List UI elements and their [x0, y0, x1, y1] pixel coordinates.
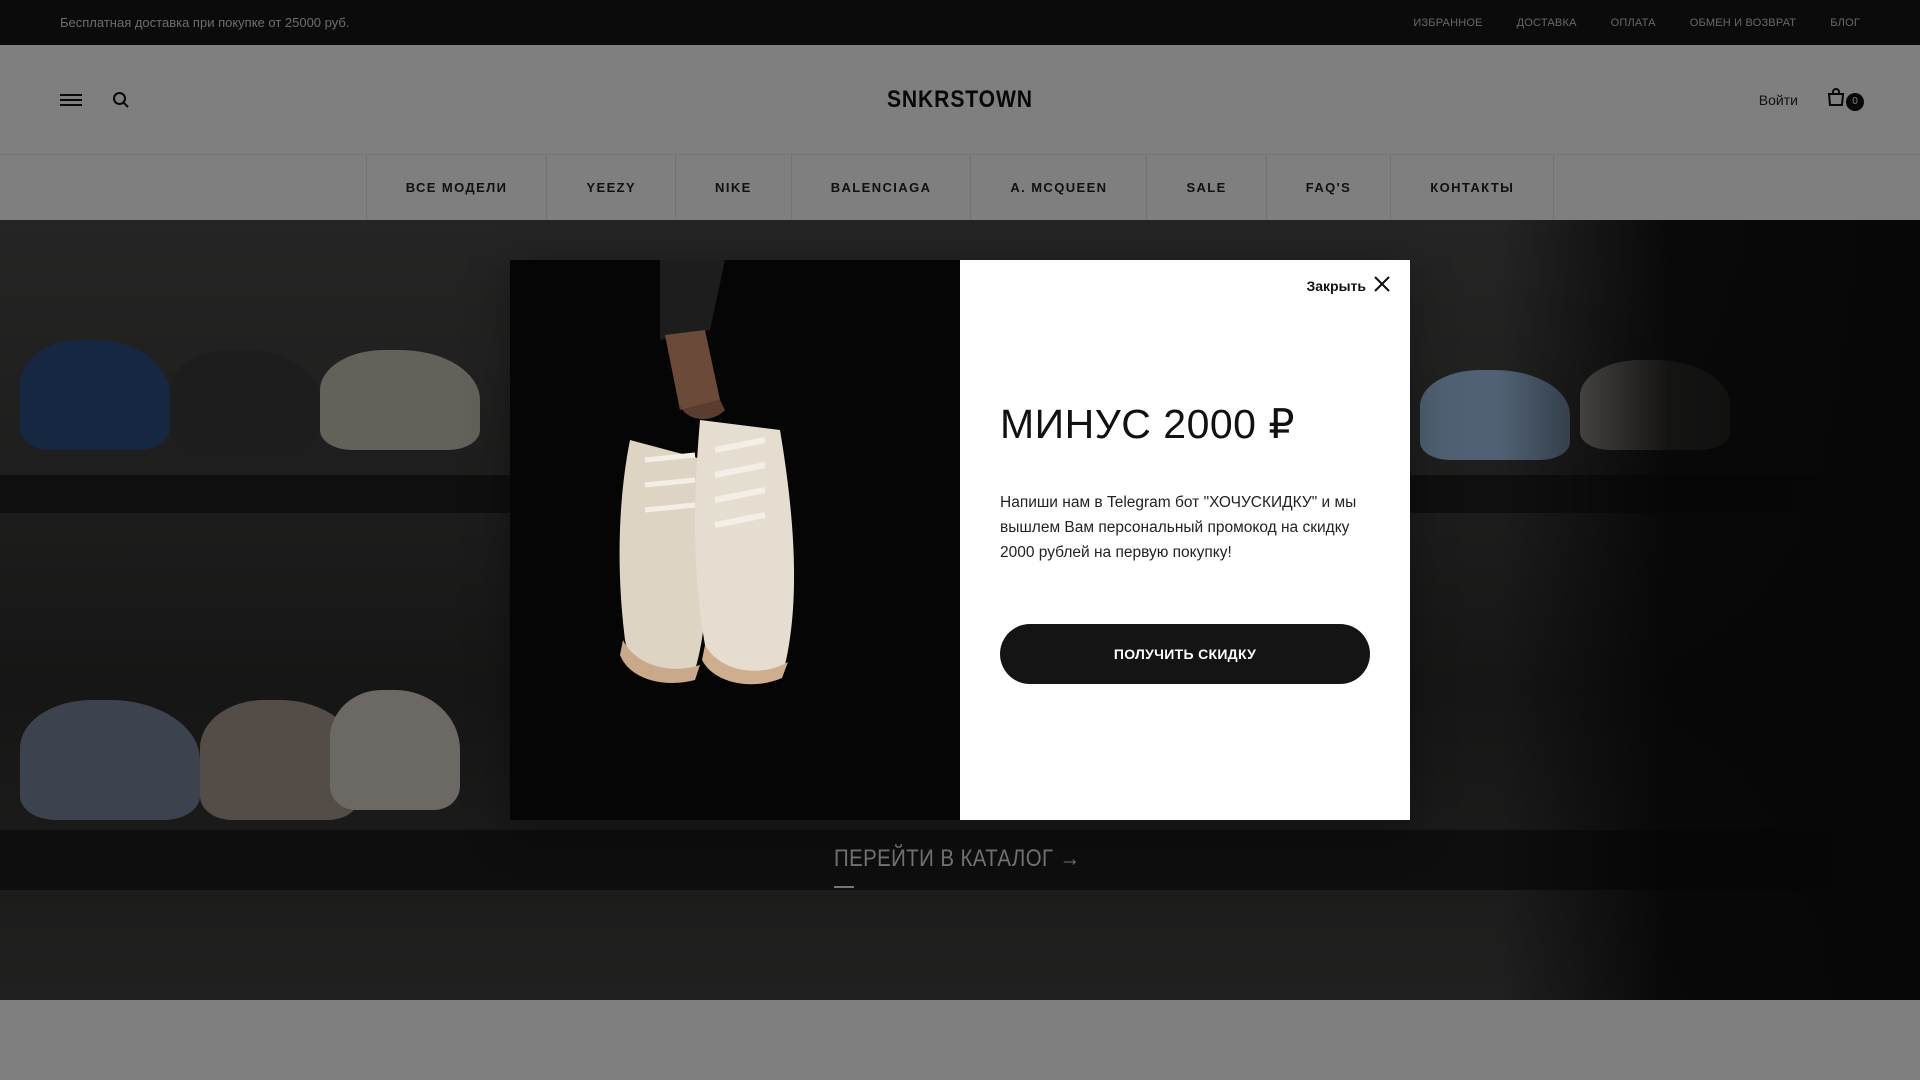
popup-sneaker-image [510, 260, 960, 820]
popup-content: Закрыть МИНУС 2000 ₽ Напиши нам в Telegr… [960, 260, 1410, 820]
get-discount-button[interactable]: ПОЛУЧИТЬ СКИДКУ [1000, 624, 1370, 684]
close-label: Закрыть [1306, 277, 1366, 294]
close-icon [1374, 276, 1390, 295]
popup-description: Напиши нам в Telegram бот "ХОЧУСКИДКУ" и… [1000, 494, 1357, 561]
popup-title: МИНУС 2000 ₽ [1000, 401, 1295, 447]
discount-popup: Закрыть МИНУС 2000 ₽ Напиши нам в Telegr… [510, 260, 1410, 820]
close-button[interactable]: Закрыть [1306, 276, 1390, 295]
